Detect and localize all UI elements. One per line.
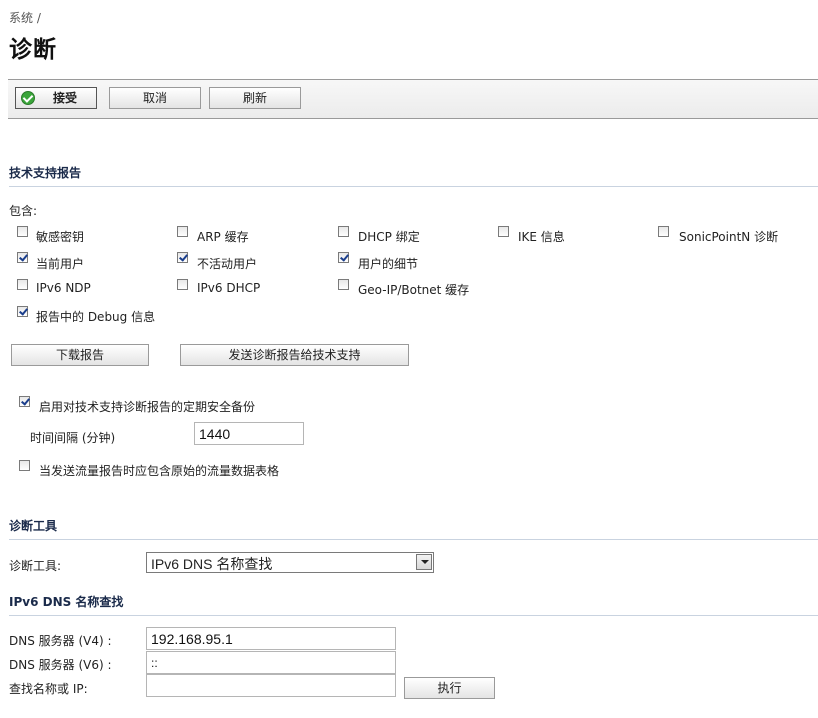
raw-flow-label: 当发送流量报告时应包含原始的流量数据表格 bbox=[39, 464, 280, 478]
checkbox-raw-flow-table[interactable] bbox=[19, 460, 30, 471]
checkbox-label: 当前用户 bbox=[36, 257, 85, 271]
checkbox-arp-cache[interactable] bbox=[177, 226, 188, 237]
diag-tool-label: 诊断工具: bbox=[9, 559, 62, 573]
checkbox-sonicpointn-diag[interactable] bbox=[658, 226, 669, 237]
download-report-button[interactable]: 下载报告 bbox=[11, 344, 149, 366]
checkbox-label: 报告中的 Debug 信息 bbox=[36, 310, 156, 324]
breadcrumb[interactable]: 系统 / bbox=[9, 9, 41, 26]
checkbox-dhcp-bindings[interactable] bbox=[338, 226, 349, 237]
section-heading-dns-lookup: IPv6 DNS 名称查找 bbox=[9, 593, 818, 616]
section-heading-diag-tools: 诊断工具 bbox=[9, 517, 818, 540]
page-title: 诊断 bbox=[9, 37, 57, 63]
lookup-name-label: 查找名称或 IP: bbox=[9, 682, 88, 696]
checkbox-label: IKE 信息 bbox=[518, 230, 565, 244]
checkbox-label: IPv6 DHCP bbox=[197, 281, 261, 295]
diag-tool-selected-value: IPv6 DNS 名称查找 bbox=[151, 556, 273, 572]
chevron-down-icon[interactable] bbox=[416, 554, 432, 570]
checkbox-label: DHCP 绑定 bbox=[358, 230, 420, 244]
diag-tool-select[interactable]: IPv6 DNS 名称查找 bbox=[146, 552, 434, 573]
lookup-name-input[interactable] bbox=[146, 674, 396, 697]
checkmark-icon bbox=[21, 91, 35, 105]
dns-v4-input[interactable] bbox=[146, 627, 396, 650]
checkbox-label: 用户的细节 bbox=[358, 257, 419, 271]
periodic-backup-label: 启用对技术支持诊断报告的定期安全备份 bbox=[39, 400, 256, 414]
checkbox-inactive-users[interactable] bbox=[177, 252, 188, 263]
dns-v6-input[interactable] bbox=[146, 651, 396, 674]
accept-button[interactable]: 接受 bbox=[15, 87, 97, 109]
section-heading-tech-support: 技术支持报告 bbox=[9, 164, 818, 187]
accept-button-label: 接受 bbox=[52, 91, 77, 105]
checkbox-ipv6-dhcp[interactable] bbox=[177, 279, 188, 290]
checkbox-label: SonicPointN 诊断 bbox=[679, 230, 779, 244]
checkbox-ike-info[interactable] bbox=[498, 226, 509, 237]
checkbox-periodic-backup[interactable] bbox=[19, 396, 30, 407]
checkbox-user-details[interactable] bbox=[338, 252, 349, 263]
checkbox-label: Geo-IP/Botnet 缓存 bbox=[358, 283, 470, 297]
checkbox-sensitive-keys[interactable] bbox=[17, 226, 28, 237]
checkbox-ipv6-ndp[interactable] bbox=[17, 279, 28, 290]
execute-button[interactable]: 执行 bbox=[404, 677, 495, 699]
checkbox-label: 敏感密钥 bbox=[36, 230, 85, 244]
checkbox-label: 不活动用户 bbox=[197, 257, 258, 271]
cancel-button[interactable]: 取消 bbox=[109, 87, 201, 109]
checkbox-label: ARP 缓存 bbox=[197, 230, 249, 244]
dns-v6-label: DNS 服务器 (V6) : bbox=[9, 658, 112, 672]
checkbox-label: IPv6 NDP bbox=[36, 281, 91, 295]
checkbox-current-users[interactable] bbox=[17, 252, 28, 263]
interval-input[interactable] bbox=[194, 422, 304, 445]
checkbox-debug-info[interactable] bbox=[17, 306, 28, 317]
send-report-button[interactable]: 发送诊断报告给技术支持 bbox=[180, 344, 409, 366]
include-label: 包含: bbox=[9, 204, 38, 218]
checkbox-geoip-botnet-cache[interactable] bbox=[338, 279, 349, 290]
refresh-button[interactable]: 刷新 bbox=[209, 87, 301, 109]
dns-v4-label: DNS 服务器 (V4) : bbox=[9, 634, 112, 648]
interval-label: 时间间隔 (分钟) bbox=[30, 431, 116, 445]
